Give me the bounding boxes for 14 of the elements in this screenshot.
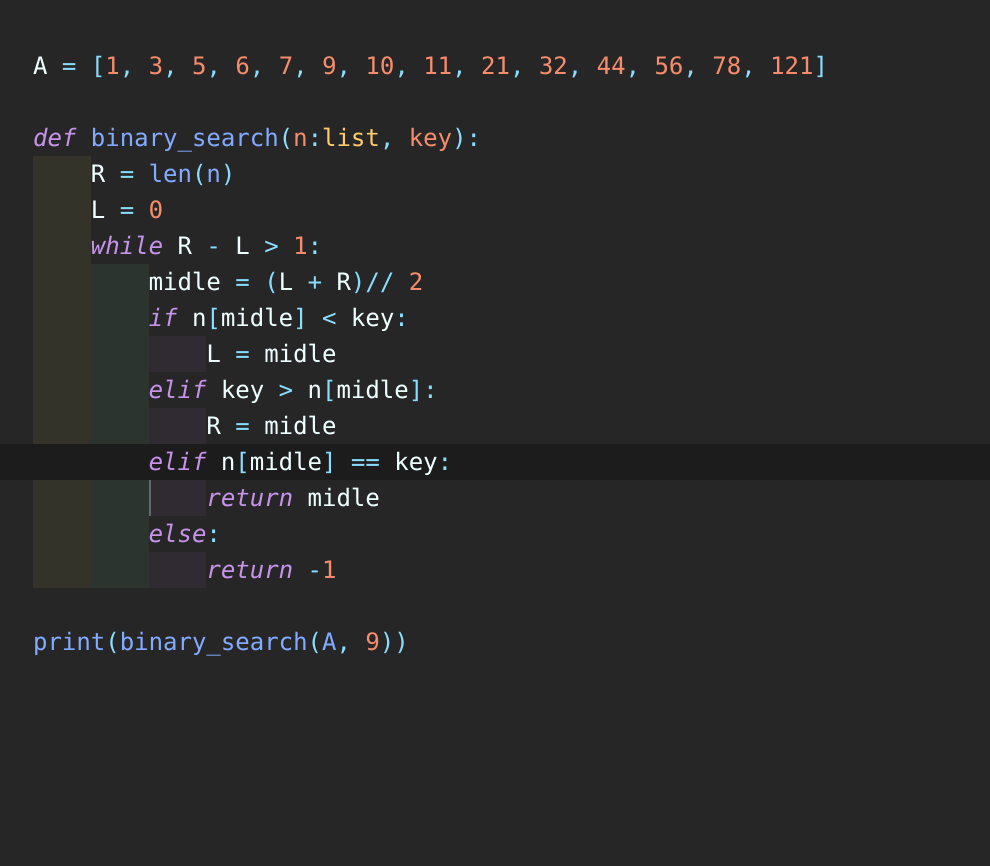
code-line: else: (148, 519, 221, 550)
code-line: def binary_search(n:list, key): (33, 123, 481, 154)
code-line: L = 0 (90, 195, 164, 226)
code-line: midle = (L + R)// 2 (148, 267, 424, 298)
code-line: return midle (206, 483, 380, 514)
code-line: if n[midle] < key: (148, 303, 409, 334)
code-line: print(binary_search(A, 9)) (33, 627, 409, 658)
code-line: A = [1, 3, 5, 6, 7, 9, 10, 11, 21, 32, 44, 56, 78, 121] (33, 51, 828, 82)
code-line: L = midle (206, 339, 336, 370)
code-line: while R - L > 1: (90, 231, 322, 262)
code-line: elif key > n[midle]: (148, 375, 438, 406)
code-line: R = len(n) (90, 159, 236, 190)
code-line: R = midle (206, 411, 336, 442)
code-line: return -1 (206, 555, 336, 586)
